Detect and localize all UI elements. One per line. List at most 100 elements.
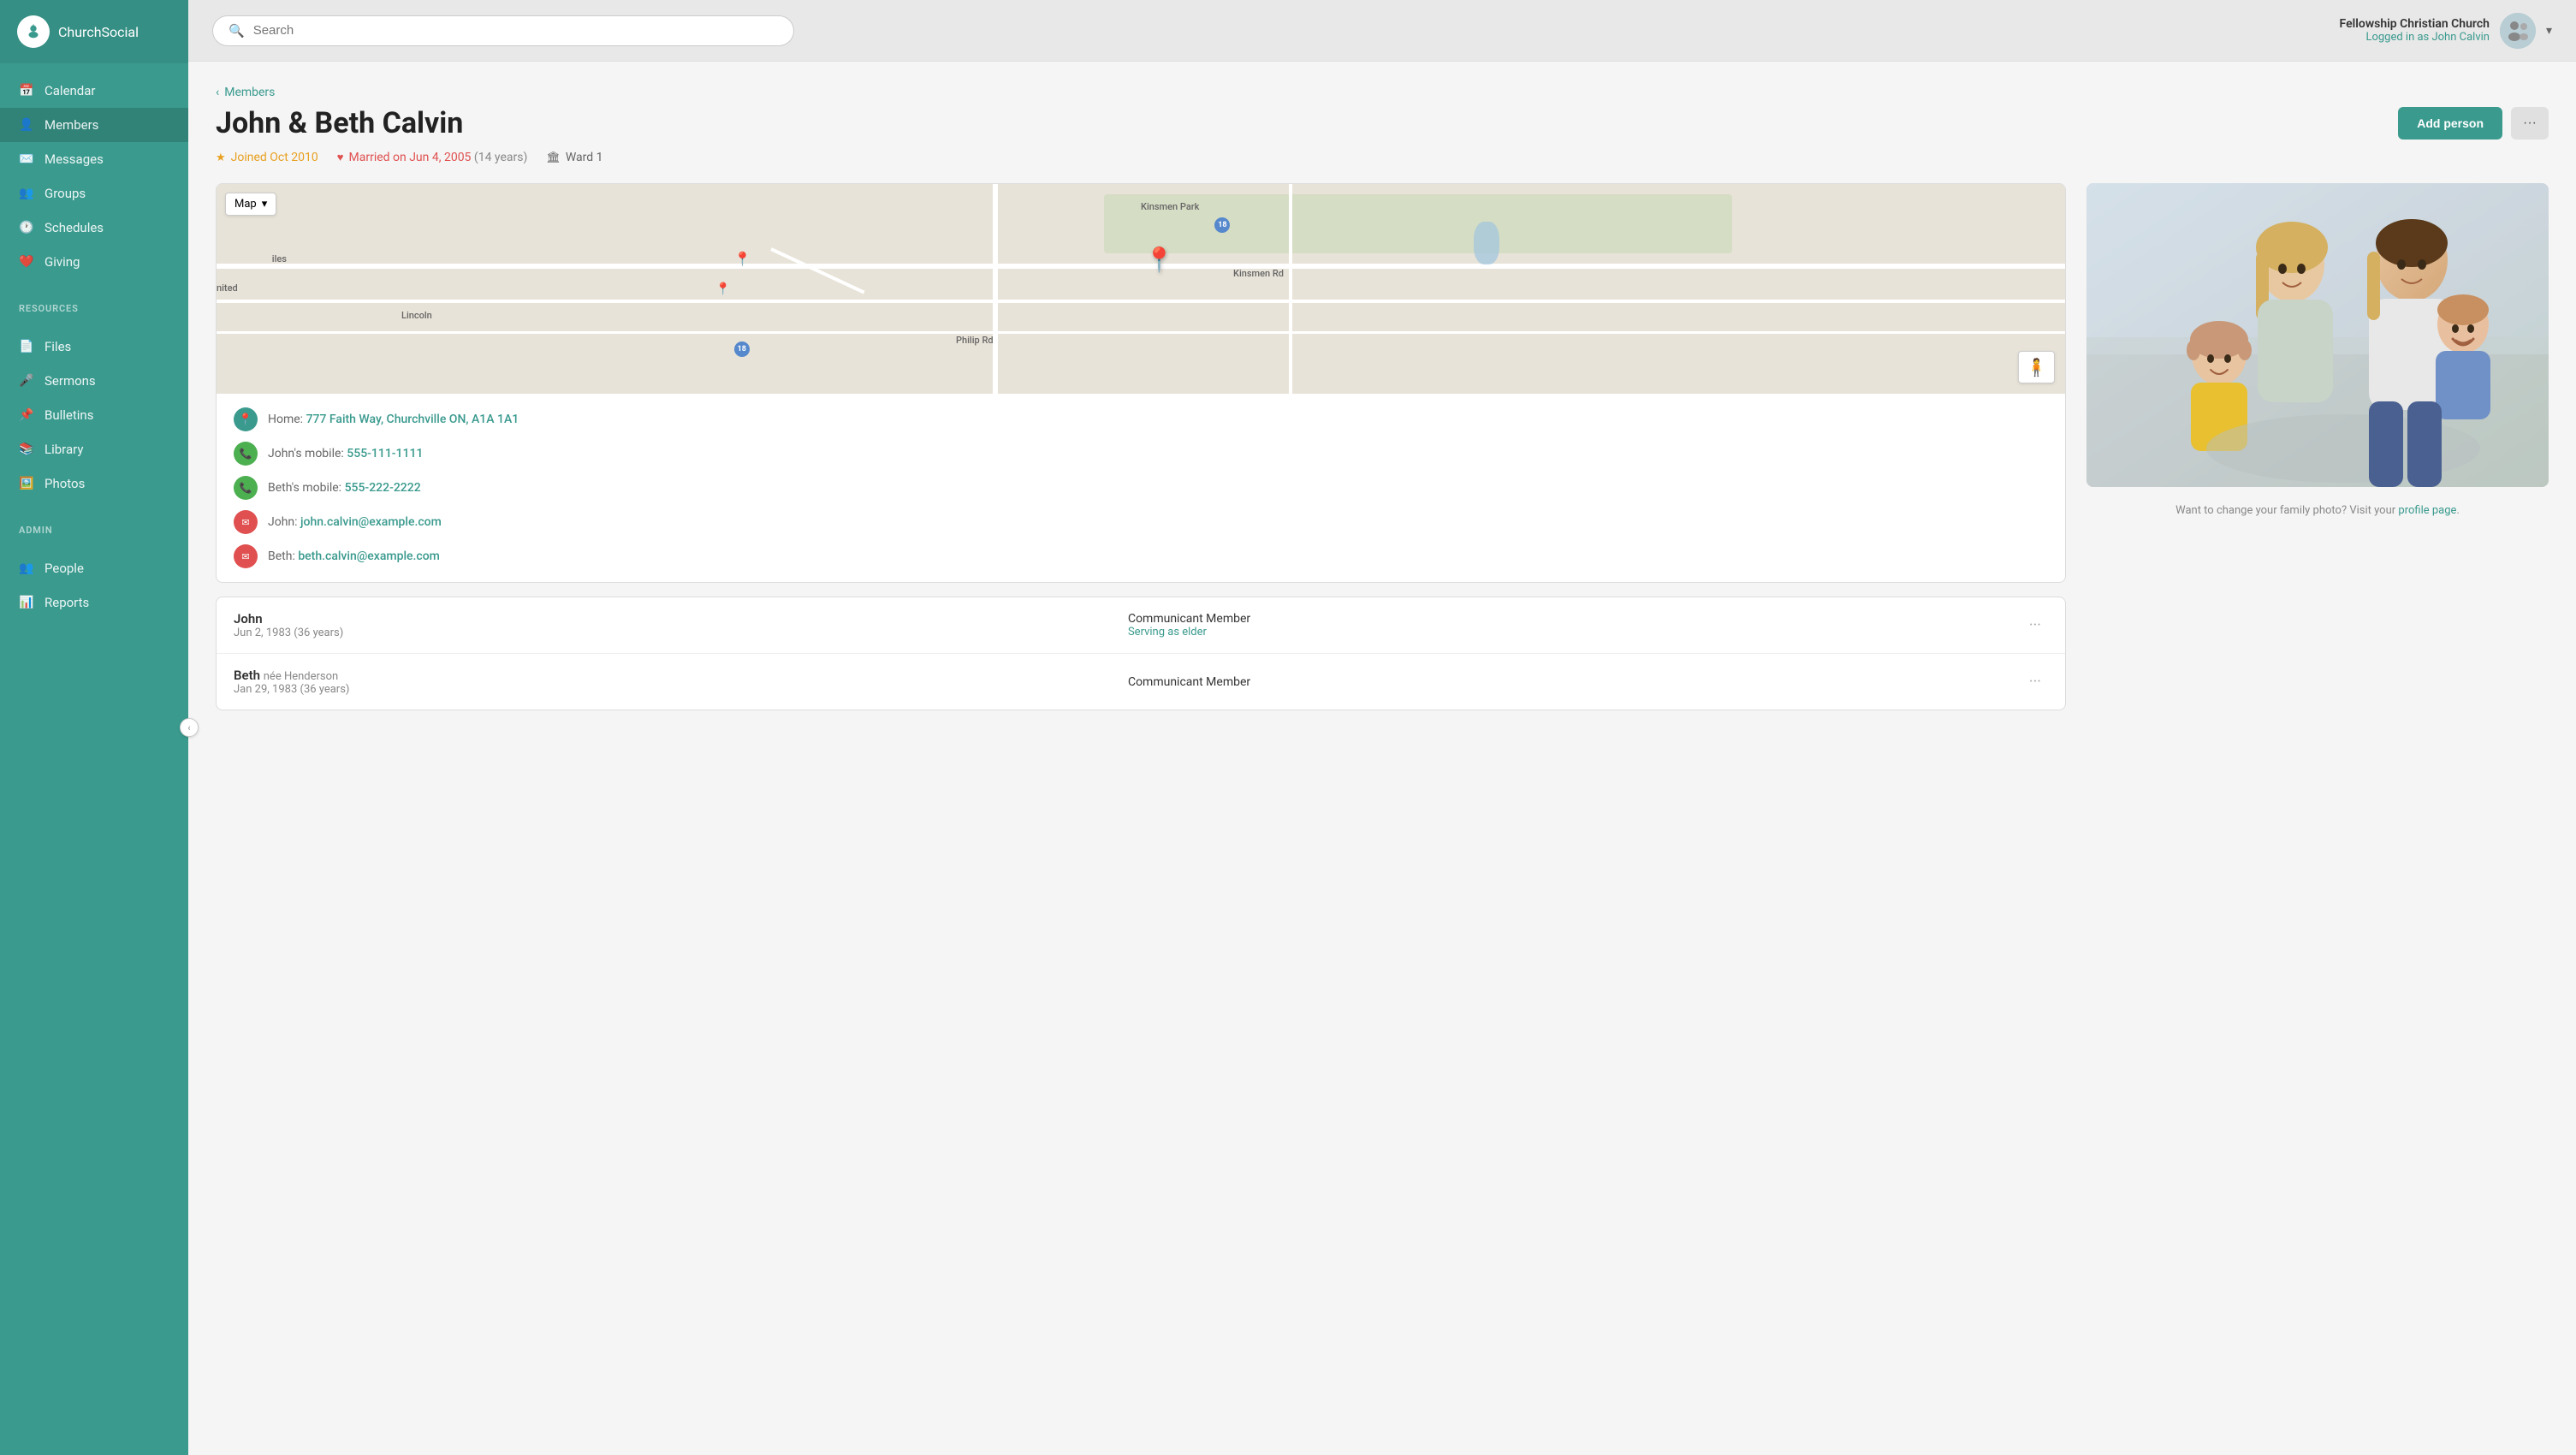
main-nav: 📅 Calendar 👤 Members ✉️ Messages 👥 Group… (0, 63, 188, 289)
sidebar-label-schedules: Schedules (45, 220, 104, 235)
calendar-icon: 📅 (19, 84, 34, 98)
admin-nav: 👥 People 📊 Reports (0, 541, 188, 630)
search-input[interactable] (253, 23, 778, 38)
phone-icon-john: 📞 (234, 442, 258, 466)
left-column: Kinsmen Park Kinsmen Rd Lincoln Philip R… (216, 183, 2066, 710)
sidebar-item-library[interactable]: 📚 Library (0, 432, 188, 466)
member-info-john: John Jun 2, 1983 (36 years) (234, 611, 1114, 639)
member-status-col-beth: Communicant Member (1128, 675, 2009, 689)
admin-section-label: ADMIN (0, 511, 188, 541)
location-pin-icon: 📍 (234, 407, 258, 431)
member-name-john: John (234, 611, 1114, 627)
logged-in-text: Logged in as John Calvin (2340, 31, 2490, 44)
home-address: 777 Faith Way, Churchville ON, A1A 1A1 (306, 413, 519, 426)
breadcrumb[interactable]: ‹ Members (216, 86, 2549, 99)
sidebar-label-bulletins: Bulletins (45, 407, 93, 423)
sidebar-item-schedules[interactable]: 🕐 Schedules (0, 211, 188, 245)
beth-phone-row: 📞 Beth's mobile: 555-222-2222 (234, 476, 2048, 500)
resources-section-label: RESOURCES (0, 289, 188, 319)
sidebar-item-members[interactable]: 👤 Members (0, 108, 188, 142)
beth-email-value: beth.calvin@example.com (298, 549, 440, 563)
john-email-row: ✉ John: john.calvin@example.com (234, 510, 2048, 534)
sidebar-label-members: Members (45, 117, 98, 133)
add-person-button[interactable]: Add person (2398, 107, 2502, 140)
sidebar-collapse-button[interactable]: ‹ (180, 718, 199, 737)
sidebar-item-reports[interactable]: 📊 Reports (0, 585, 188, 620)
building-icon: 🏛 (546, 151, 561, 164)
dropdown-chevron-icon[interactable]: ▾ (2546, 24, 2552, 38)
groups-icon: 👥 (19, 187, 34, 200)
member-role-john: Serving as elder (1128, 626, 2009, 638)
logo-icon (17, 15, 50, 48)
sidebar-logo[interactable]: ChurchSocial (0, 0, 188, 63)
files-icon: 📄 (19, 340, 34, 353)
sidebar: ChurchSocial 📅 Calendar 👤 Members ✉️ Mes… (0, 0, 188, 1455)
map-type-dropdown[interactable]: Map ▾ (225, 193, 276, 216)
title-row: John & Beth Calvin Add person ··· (216, 106, 2549, 140)
member-status-col-john: Communicant Member Serving as elder (1128, 612, 2009, 638)
sidebar-label-reports: Reports (45, 595, 89, 610)
more-options-button[interactable]: ··· (2511, 107, 2549, 140)
email-icon-john: ✉ (234, 510, 258, 534)
sidebar-item-sermons[interactable]: 🎤 Sermons (0, 364, 188, 398)
photos-icon: 🖼️ (19, 477, 34, 490)
address-row: 📍 Home: 777 Faith Way, Churchville ON, A… (234, 407, 2048, 431)
header-right: Fellowship Christian Church Logged in as… (2340, 13, 2552, 49)
meta-row: ★ Joined Oct 2010 ♥ Married on Jun 4, 20… (216, 151, 2549, 164)
search-bar[interactable]: 🔍 (212, 15, 794, 46)
member-dob-john: Jun 2, 1983 (36 years) (234, 627, 1114, 639)
map-type-chevron-icon: ▾ (262, 198, 268, 211)
sidebar-item-giving[interactable]: ❤️ Giving (0, 245, 188, 279)
sidebar-label-people: People (45, 561, 84, 576)
members-card: John Jun 2, 1983 (36 years) Communicant … (216, 597, 2066, 710)
breadcrumb-arrow-icon: ‹ (216, 86, 219, 99)
resources-nav: 📄 Files 🎤 Sermons 📌 Bulletins 📚 Library … (0, 319, 188, 511)
people-icon: 👥 (19, 561, 34, 575)
streetview-button[interactable]: 🧍 (2018, 351, 2055, 383)
john-mobile-label: John's mobile: (268, 447, 344, 460)
church-info: Fellowship Christian Church Logged in as… (2340, 17, 2490, 44)
john-phone-row: 📞 John's mobile: 555-111-1111 (234, 442, 2048, 466)
family-photo (2086, 183, 2549, 487)
sidebar-item-people[interactable]: 👥 People (0, 551, 188, 585)
sidebar-label-sermons: Sermons (45, 373, 96, 389)
ward-meta: 🏛 Ward 1 (546, 151, 602, 164)
sidebar-label-messages: Messages (45, 151, 104, 167)
header: 🔍 Fellowship Christian Church Logged in … (188, 0, 2576, 62)
two-column-layout: Kinsmen Park Kinsmen Rd Lincoln Philip R… (216, 183, 2549, 710)
sidebar-item-groups[interactable]: 👥 Groups (0, 176, 188, 211)
joined-text: Joined Oct 2010 (231, 151, 318, 164)
sidebar-item-photos[interactable]: 🖼️ Photos (0, 466, 188, 501)
avatar-image (2500, 13, 2536, 49)
members-icon: 👤 (19, 118, 34, 132)
member-name-beth: Beth née Henderson (234, 668, 1114, 683)
sidebar-label-groups: Groups (45, 186, 86, 201)
library-icon: 📚 (19, 442, 34, 456)
sidebar-item-files[interactable]: 📄 Files (0, 330, 188, 364)
email-icon-beth: ✉ (234, 544, 258, 568)
sermons-icon: 🎤 (19, 374, 34, 388)
star-icon: ★ (216, 151, 226, 164)
john-email-value: john.calvin@example.com (300, 515, 442, 529)
app-name: ChurchSocial (58, 24, 139, 40)
sidebar-item-bulletins[interactable]: 📌 Bulletins (0, 398, 188, 432)
member-info-beth: Beth née Henderson Jan 29, 1983 (36 year… (234, 668, 1114, 696)
heart-icon: ♥ (337, 151, 344, 164)
member-more-beth[interactable]: ··· (2022, 669, 2048, 694)
giving-icon: ❤️ (19, 255, 34, 269)
sidebar-label-library: Library (45, 442, 83, 457)
member-status-beth: Communicant Member (1128, 675, 2009, 689)
sidebar-item-calendar[interactable]: 📅 Calendar (0, 74, 188, 108)
map-background: Kinsmen Park Kinsmen Rd Lincoln Philip R… (217, 184, 2065, 394)
sidebar-label-giving: Giving (45, 254, 80, 270)
member-more-john[interactable]: ··· (2022, 613, 2048, 638)
map-pin: 📍 (1144, 246, 1174, 274)
profile-page-link[interactable]: profile page (2398, 504, 2456, 517)
map-type-label: Map (234, 198, 257, 211)
avatar[interactable] (2500, 13, 2536, 49)
member-status-john: Communicant Member (1128, 612, 2009, 626)
married-text: Married on Jun 4, 2005 (14 years) (349, 151, 528, 164)
sidebar-item-messages[interactable]: ✉️ Messages (0, 142, 188, 176)
ward-text: Ward 1 (566, 151, 603, 164)
contact-info: 📍 Home: 777 Faith Way, Churchville ON, A… (217, 394, 2065, 582)
